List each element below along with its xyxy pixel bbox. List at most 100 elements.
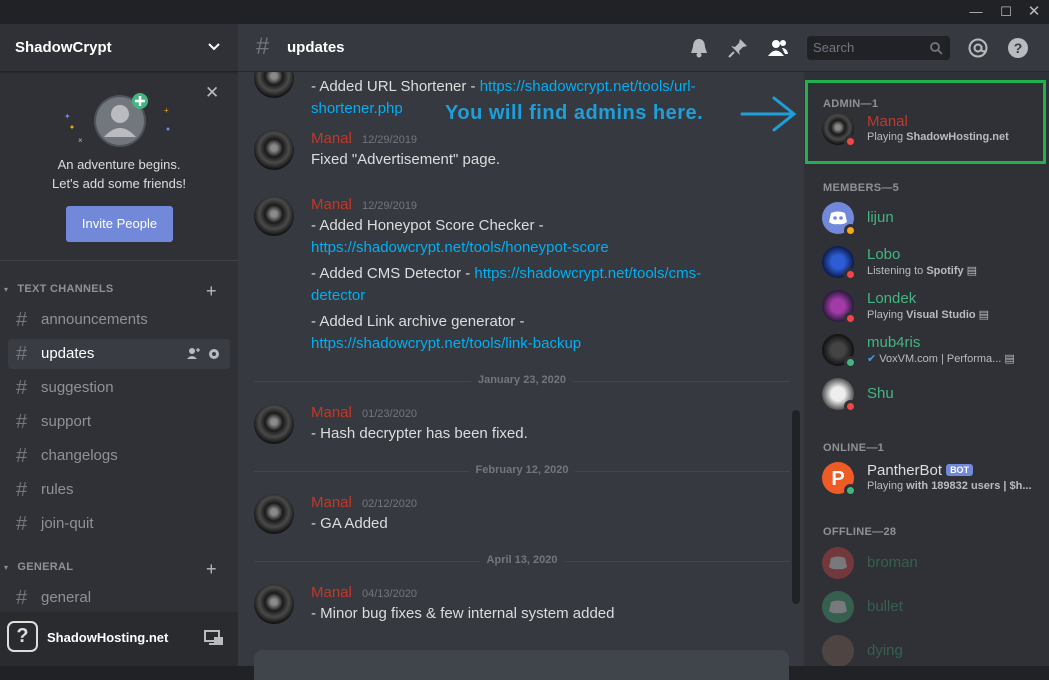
message-author[interactable]: Manal (311, 130, 352, 147)
screen-share-icon[interactable] (203, 628, 225, 648)
message-author[interactable]: Manal (311, 196, 352, 213)
member-name: lijun (867, 209, 894, 226)
date-divider: January 23, 2020 (254, 374, 790, 386)
create-invite-icon[interactable] (187, 348, 200, 359)
date-divider: February 12, 2020 (254, 464, 790, 476)
message-link[interactable]: https://shadowcrypt.net/tools/link-backu… (311, 333, 581, 355)
close-icon[interactable]: ✕ (205, 83, 219, 103)
minimize-button[interactable]: — (962, 0, 990, 24)
message-list: - Added URL Shortener - https://shadowcr… (238, 72, 804, 652)
bell-icon[interactable] (688, 37, 710, 59)
channel-name: rules (41, 481, 74, 498)
message-link[interactable]: detector (311, 285, 365, 307)
message-text: Fixed "Advertisement" page. (311, 151, 501, 168)
discord-window: — ☐ ✕ ShadowCrypt ✕ ✦ + × An adventure b… (0, 0, 1049, 680)
user-avatar[interactable]: ? (7, 621, 38, 652)
member-category-offline: OFFLINE—28 (823, 526, 897, 538)
category-text-channels[interactable]: ▾ TEXT CHANNELS (4, 283, 114, 299)
channel-join-quit[interactable]: # join-quit (8, 509, 230, 539)
maximize-button[interactable]: ☐ (992, 0, 1020, 24)
hash-icon: # (16, 343, 28, 365)
member-name: Londek (867, 290, 917, 307)
message-text: - Minor bug fixes & few internal system … (311, 605, 615, 622)
message-link[interactable]: https://shadowcrypt.net/tools/cms- (474, 265, 701, 282)
message-text: - Added Link archive generator - (311, 313, 525, 330)
message-author[interactable]: Manal (311, 494, 352, 511)
svg-text:P: P (831, 468, 844, 490)
channel-suggestion[interactable]: # suggestion (8, 373, 230, 403)
channel-changelogs[interactable]: # changelogs (8, 441, 230, 471)
channel-announcements[interactable]: # announcements (8, 305, 230, 335)
channel-name: suggestion (41, 379, 114, 396)
message-link[interactable]: https://shadowcrypt.net/tools/url- (480, 78, 696, 95)
search-icon (930, 42, 943, 55)
member-avatar (822, 591, 854, 623)
member-broman[interactable]: broman (812, 541, 1044, 585)
close-window-button[interactable]: ✕ (1020, 0, 1048, 24)
welcome-card: ✕ ✦ + × An adventure begins. Let's add s… (0, 73, 238, 261)
mention-icon[interactable] (967, 37, 989, 59)
member-shu[interactable]: Shu (812, 372, 1044, 416)
member-bullet[interactable]: bullet (812, 585, 1044, 629)
message-text: - Added Honeypot Score Checker - (311, 217, 544, 234)
member-pantherbot[interactable]: P PantherBot BOT Playing with 189832 user… (812, 456, 1044, 500)
message-author[interactable]: Manal (311, 404, 352, 421)
status-online-icon (844, 356, 857, 369)
help-icon[interactable]: ? (1007, 37, 1029, 59)
author-avatar[interactable] (254, 196, 294, 236)
channel-name: announcements (41, 311, 148, 328)
member-list-icon[interactable] (767, 37, 789, 59)
channel-rules[interactable]: # rules (8, 475, 230, 505)
pin-icon[interactable] (727, 37, 749, 59)
author-avatar[interactable] (254, 72, 294, 98)
svg-text:+: + (164, 106, 169, 115)
user-panel: ? ShadowHosting.net (0, 612, 238, 666)
message-author[interactable]: Manal (311, 584, 352, 601)
search-input[interactable]: Search (807, 36, 950, 60)
status-dnd-icon (844, 400, 857, 413)
author-avatar[interactable] (254, 584, 294, 624)
channel-name: updates (41, 345, 95, 362)
member-londek[interactable]: Londek Playing Visual Studio ▤ (812, 284, 1044, 328)
author-avatar[interactable] (254, 130, 294, 170)
add-channel-icon[interactable]: + (206, 282, 217, 300)
member-mub4ris[interactable]: mub4ris ✔ VoxVM.com | Performa... ▤ (812, 328, 1044, 372)
channel-name: changelogs (41, 447, 118, 464)
channel-support[interactable]: # support (8, 407, 230, 437)
member-lobo[interactable]: Lobo Listening to Spotify ▤ (812, 240, 1044, 284)
add-friend-illustration-icon: ✦ + × (64, 93, 170, 147)
message-link[interactable]: shortener.php (311, 100, 403, 117)
author-avatar[interactable] (254, 494, 294, 534)
author-avatar[interactable] (254, 404, 294, 444)
hash-icon: # (16, 479, 28, 501)
scrollbar-thumb[interactable] (792, 410, 800, 604)
invite-people-button[interactable]: Invite People (66, 206, 173, 242)
channel-sidebar: ShadowCrypt ✕ ✦ + × An adventure begins.… (0, 24, 238, 666)
channel-updates[interactable]: # updates (8, 339, 230, 369)
server-header[interactable]: ShadowCrypt (0, 24, 238, 72)
channel-general[interactable]: # general (8, 583, 230, 613)
chevron-down-icon: ▾ (4, 563, 9, 572)
status-idle-icon (844, 224, 857, 237)
add-channel-icon[interactable]: + (206, 560, 217, 578)
member-lijun[interactable]: lijun (812, 196, 1044, 240)
message-composer[interactable] (254, 650, 789, 680)
category-general[interactable]: ▾ GENERAL (4, 561, 73, 577)
member-dying[interactable]: dying (812, 629, 1044, 666)
gear-icon[interactable] (209, 349, 219, 359)
member-avatar (822, 635, 854, 666)
member-activity: Listening to Spotify ▤ (867, 265, 978, 277)
username[interactable]: ShadowHosting.net (47, 630, 168, 645)
channel-name: support (41, 413, 92, 430)
member-activity: Playing Visual Studio ▤ (867, 309, 990, 321)
member-avatar (822, 547, 854, 579)
member-category-online: ONLINE—1 (823, 442, 885, 454)
date-divider-label: February 12, 2020 (469, 464, 575, 476)
date-divider: April 13, 2020 (254, 554, 790, 566)
bot-badge: BOT (946, 464, 974, 476)
message-timestamp: 02/12/2020 (362, 498, 418, 510)
message-link[interactable]: https://shadowcrypt.net/tools/honeypot-s… (311, 237, 609, 259)
channel-name: join-quit (41, 515, 94, 532)
chevron-down-icon: ▾ (4, 285, 9, 294)
search-placeholder: Search (813, 40, 855, 55)
